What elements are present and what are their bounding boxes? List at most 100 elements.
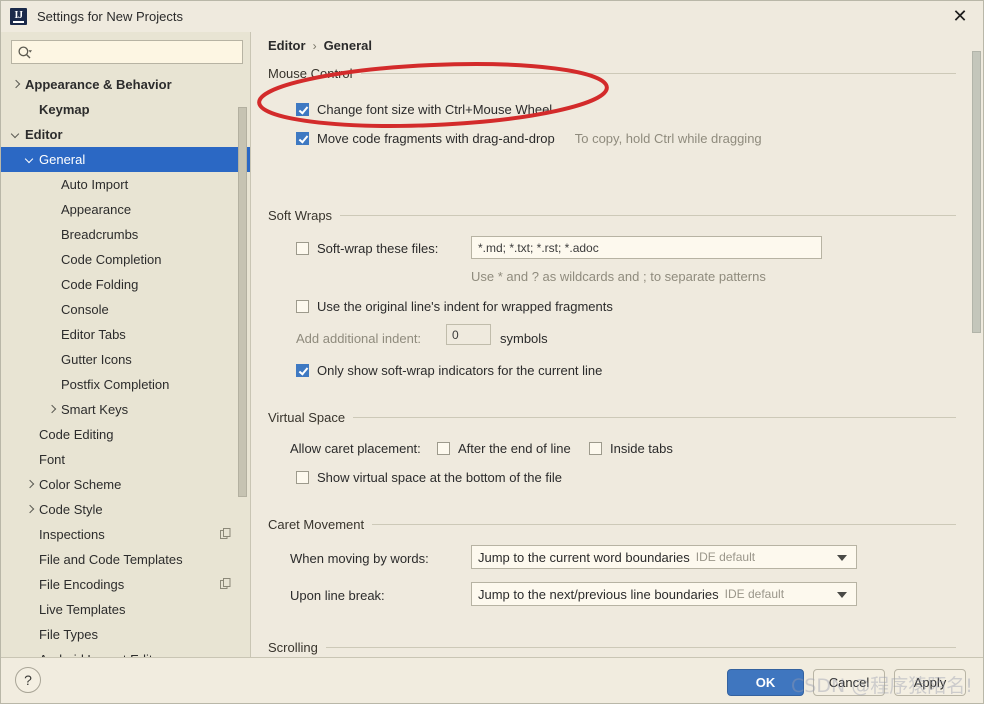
add-indent-value: 0	[452, 327, 459, 342]
sidebar-item-font[interactable]: Font	[1, 447, 250, 472]
checkbox-show-virtual-space[interactable]	[296, 470, 309, 484]
sidebar-item-file-and-code-templates[interactable]: File and Code Templates	[1, 547, 250, 572]
sidebar-item-keymap[interactable]: Keymap	[1, 97, 250, 122]
sidebar-item-file-encodings[interactable]: File Encodings	[1, 572, 250, 597]
sidebar-item-label: Appearance	[61, 202, 132, 217]
checkbox-soft-wrap-files[interactable]	[296, 241, 309, 255]
copy-icon	[220, 578, 231, 589]
apply-button[interactable]: Apply	[894, 669, 966, 696]
sidebar-item-label: File Encodings	[39, 577, 125, 592]
hint-wildcards: Use * and ? as wildcards and ; to separa…	[471, 266, 766, 286]
title-bar: Settings for New Projects ✕	[1, 1, 983, 32]
sidebar-item-breadcrumbs[interactable]: Breadcrumbs	[1, 222, 250, 247]
add-indent-input[interactable]: 0	[446, 324, 491, 345]
sidebar-item-label: Code Completion	[61, 252, 162, 267]
help-button[interactable]: ?	[15, 667, 41, 693]
row-inside-tabs[interactable]: Inside tabs	[589, 438, 673, 458]
sidebar-item-label: Postfix Completion	[61, 377, 170, 392]
label-inside-tabs: Inside tabs	[610, 440, 673, 456]
soft-wrap-files-input[interactable]: *.md; *.txt; *.rst; *.adoc	[471, 236, 822, 259]
chevron-right-icon[interactable]	[9, 78, 22, 91]
sidebar-item-code-editing[interactable]: Code Editing	[1, 422, 250, 447]
intellij-idea-logo-icon	[10, 8, 27, 25]
sidebar-item-code-completion[interactable]: Code Completion	[1, 247, 250, 272]
row-move-code-fragments[interactable]: Move code fragments with drag-and-drop T…	[296, 128, 762, 148]
row-after-end-of-line[interactable]: After the end of line	[437, 438, 571, 458]
combo-when-moving-value: Jump to the current word boundaries	[478, 549, 690, 565]
combo-when-moving-by-words[interactable]: Jump to the current word boundaries IDE …	[471, 545, 857, 569]
label-change-font-size: Change font size with Ctrl+Mouse Wheel	[317, 101, 553, 117]
combo-upon-line-break[interactable]: Jump to the next/previous line boundarie…	[471, 582, 857, 606]
sidebar-item-general[interactable]: General	[1, 147, 250, 172]
sidebar-item-gutter-icons[interactable]: Gutter Icons	[1, 347, 250, 372]
close-icon[interactable]: ✕	[945, 4, 975, 30]
label-symbols-text: symbols	[500, 330, 548, 346]
row-show-virtual-space[interactable]: Show virtual space at the bottom of the …	[296, 467, 562, 487]
checkbox-move-code-fragments[interactable]	[296, 131, 309, 145]
cancel-button[interactable]: Cancel	[813, 669, 885, 696]
chevron-down-icon[interactable]	[837, 592, 847, 598]
row-original-indent[interactable]: Use the original line's indent for wrapp…	[296, 296, 613, 316]
label-original-indent: Use the original line's indent for wrapp…	[317, 298, 613, 314]
sidebar-item-label: Code Folding	[61, 277, 139, 292]
settings-sidebar: Appearance & Behavior Keymap Editor General…	[1, 32, 251, 657]
sidebar-item-smart-keys[interactable]: Smart Keys	[1, 397, 250, 422]
search-icon	[18, 46, 32, 59]
sidebar-item-postfix-completion[interactable]: Postfix Completion	[1, 372, 250, 397]
checkbox-change-font-size[interactable]	[296, 102, 309, 116]
sidebar-item-auto-import[interactable]: Auto Import	[1, 172, 250, 197]
sidebar-item-editor-tabs[interactable]: Editor Tabs	[1, 322, 250, 347]
row-only-show-indicators[interactable]: Only show soft-wrap indicators for the c…	[296, 360, 602, 380]
sidebar-item-file-types[interactable]: File Types	[1, 622, 250, 647]
sidebar-item-code-folding[interactable]: Code Folding	[1, 272, 250, 297]
sidebar-item-editor[interactable]: Editor	[1, 122, 250, 147]
chevron-down-icon[interactable]	[23, 153, 36, 166]
row-soft-wrap-files[interactable]: Soft-wrap these files:	[296, 238, 438, 258]
sidebar-item-live-templates[interactable]: Live Templates	[1, 597, 250, 622]
label-when-moving: When moving by words:	[290, 548, 429, 568]
search-field[interactable]	[11, 40, 243, 64]
checkbox-after-end-of-line[interactable]	[437, 441, 450, 455]
sidebar-item-label: Code Editing	[39, 427, 114, 442]
sidebar-item-label: Smart Keys	[61, 402, 129, 417]
ok-button[interactable]: OK	[727, 669, 804, 696]
sidebar-item-appearance-behavior[interactable]: Appearance & Behavior	[1, 72, 250, 97]
main-scrollbar-thumb[interactable]	[972, 51, 981, 333]
group-title-caret-movement: Caret Movement	[268, 515, 956, 533]
settings-main-panel: Editor › General Mouse Control Change fo…	[252, 32, 983, 657]
checkbox-original-indent[interactable]	[296, 299, 309, 313]
chevron-right-icon[interactable]	[23, 478, 36, 491]
group-title-soft-wraps: Soft Wraps	[268, 206, 956, 224]
breadcrumb-current: General	[323, 38, 372, 53]
checkbox-only-show-indicators[interactable]	[296, 363, 309, 377]
checkbox-inside-tabs[interactable]	[589, 441, 602, 455]
group-divider	[340, 214, 956, 216]
sidebar-item-android-layout-editor[interactable]: Android Layout Editor	[1, 647, 250, 657]
label-allow-caret: Allow caret placement:	[290, 438, 421, 458]
settings-dialog: Settings for New Projects ✕ Appearance &…	[0, 0, 984, 704]
sidebar-item-code-style[interactable]: Code Style	[1, 497, 250, 522]
search-input[interactable]	[36, 41, 240, 63]
breadcrumb: Editor › General	[268, 38, 372, 53]
sidebar-item-color-scheme[interactable]: Color Scheme	[1, 472, 250, 497]
chevron-right-icon[interactable]	[23, 503, 36, 516]
chevron-down-icon[interactable]	[9, 128, 22, 141]
label-add-indent-text: Add additional indent:	[296, 330, 422, 346]
chevron-right-icon[interactable]	[45, 403, 58, 416]
sidebar-item-console[interactable]: Console	[1, 297, 250, 322]
sidebar-scrollbar-thumb[interactable]	[238, 107, 247, 497]
sidebar-item-label: Editor	[25, 127, 63, 142]
sidebar-item-label: Inspections	[39, 527, 105, 542]
breadcrumb-root[interactable]: Editor	[268, 38, 306, 53]
sidebar-item-appearance[interactable]: Appearance	[1, 197, 250, 222]
sidebar-item-inspections[interactable]: Inspections	[1, 522, 250, 547]
row-change-font-size[interactable]: Change font size with Ctrl+Mouse Wheel	[296, 99, 552, 119]
sidebar-item-label: Live Templates	[39, 602, 126, 617]
settings-tree: Appearance & Behavior Keymap Editor General…	[1, 72, 250, 657]
chevron-down-icon[interactable]	[837, 555, 847, 561]
